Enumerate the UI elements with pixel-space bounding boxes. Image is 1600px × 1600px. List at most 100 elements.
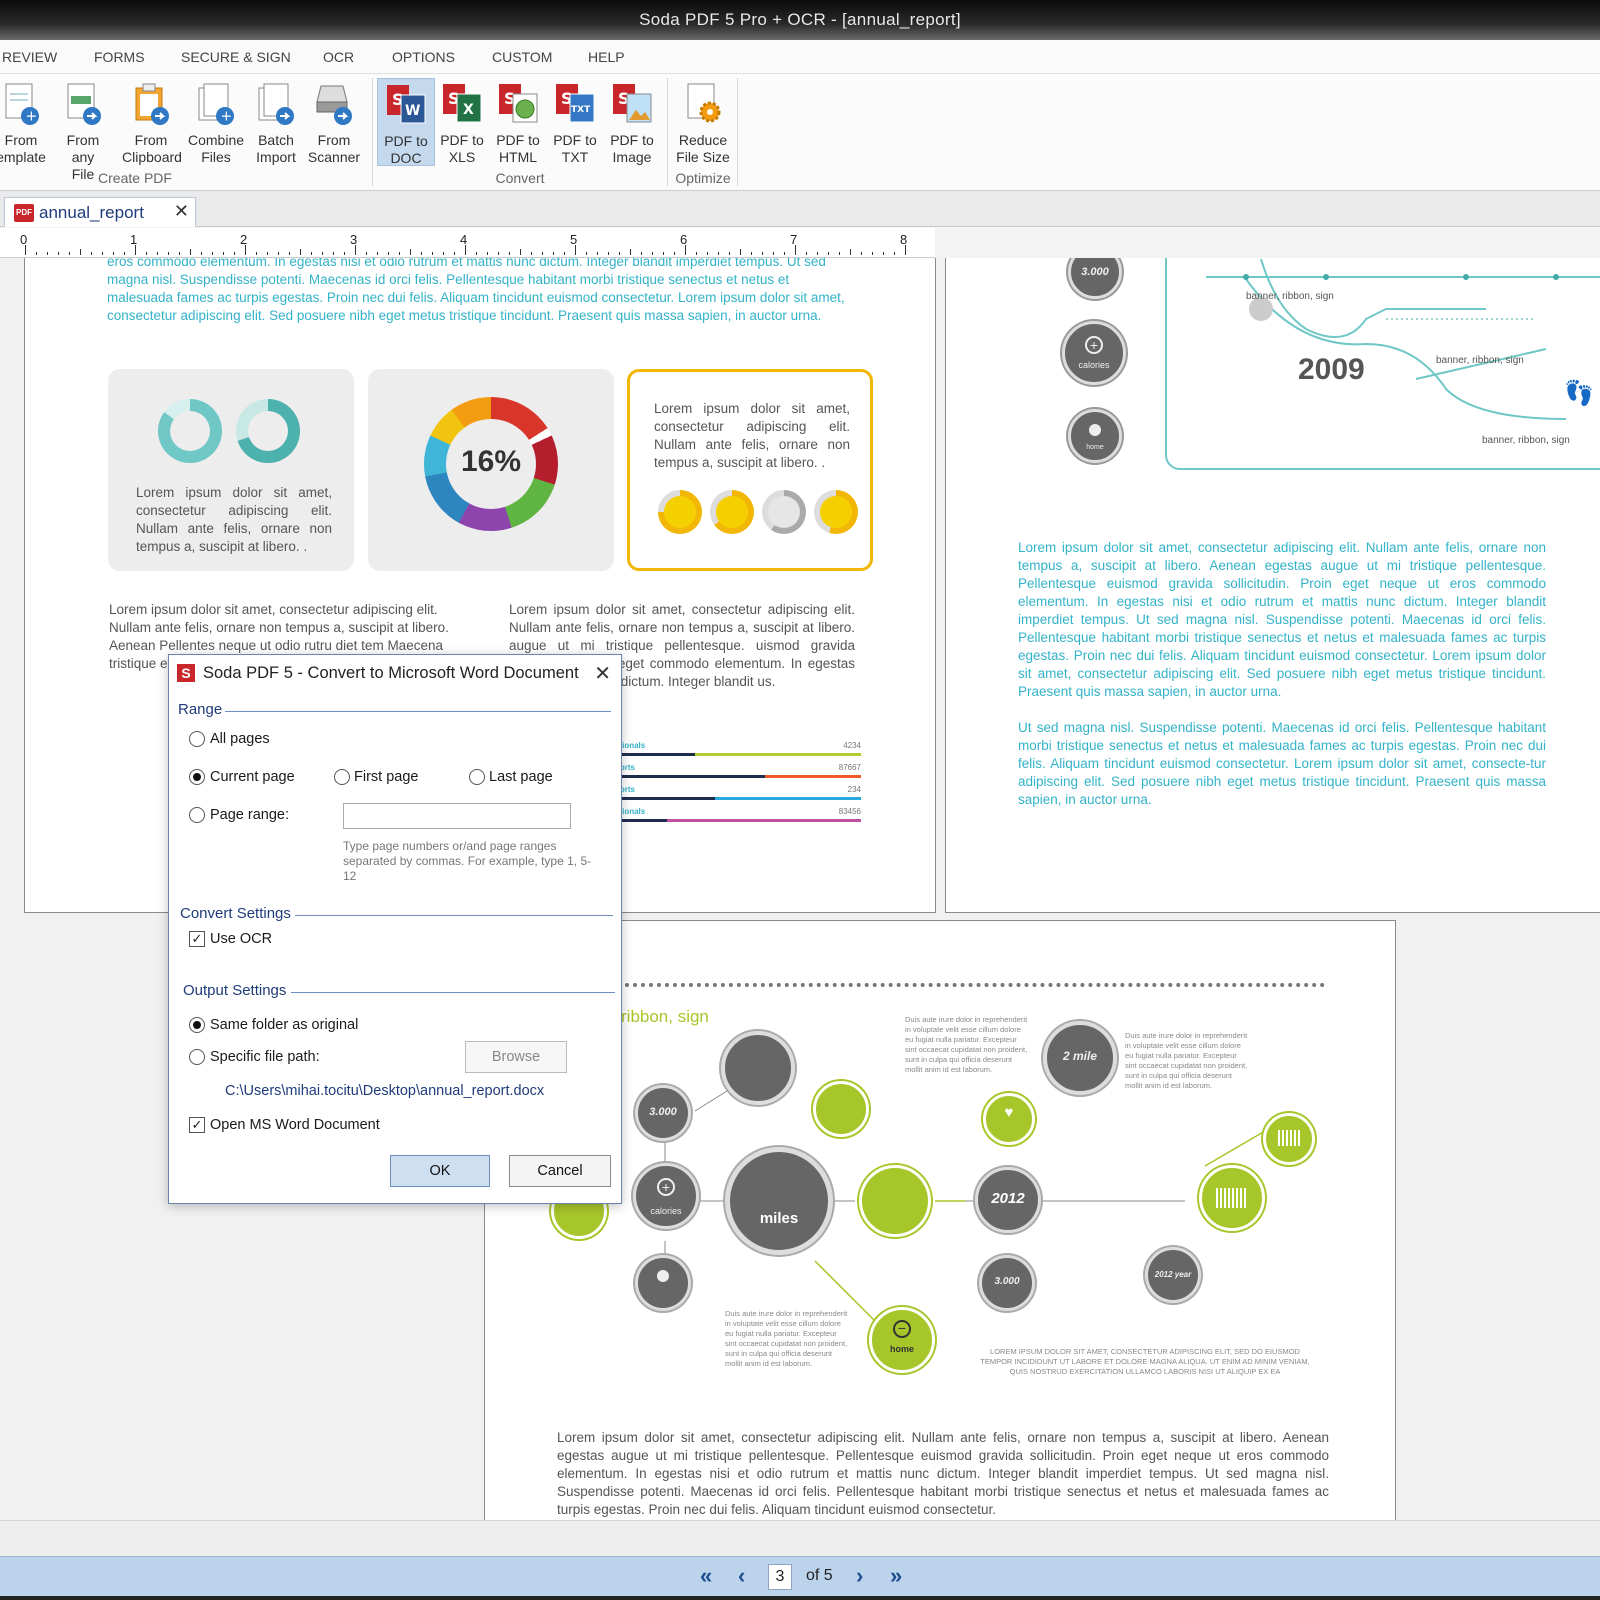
section-divider xyxy=(291,992,615,993)
combine-files-icon: + xyxy=(195,82,237,126)
menu-secure-sign[interactable]: SECURE & SIGN xyxy=(181,49,291,65)
stat-bar: ationals 4234 xyxy=(615,741,861,761)
pdf-to-txt-button[interactable]: S TXT PDF to TXT xyxy=(546,78,604,166)
ruler-tick xyxy=(256,252,257,255)
close-tab-icon[interactable]: ✕ xyxy=(174,201,189,222)
menu-forms[interactable]: FORMS xyxy=(94,49,145,65)
ruler-tick xyxy=(289,252,290,255)
ruler-tick xyxy=(399,252,400,255)
first-page-icon[interactable]: « xyxy=(700,1565,712,1587)
svg-text:+: + xyxy=(26,109,38,125)
ruler-tick xyxy=(597,252,598,255)
from-template-button[interactable]: + From emplate xyxy=(0,78,50,166)
current-page-radio[interactable] xyxy=(189,769,205,785)
menu-options[interactable]: OPTIONS xyxy=(392,49,455,65)
ruler-tick xyxy=(509,252,510,255)
stat-circle: 2 mile xyxy=(1043,1021,1117,1095)
ruler-tick xyxy=(828,252,829,255)
next-page-icon[interactable]: › xyxy=(856,1565,863,1587)
menu-ocr[interactable]: OCR xyxy=(323,49,354,65)
ruler-tick xyxy=(641,252,642,255)
ruler-tick xyxy=(872,252,873,255)
batch-import-icon xyxy=(255,82,297,126)
menu-help[interactable]: HELP xyxy=(588,49,625,65)
ruler-tick xyxy=(47,252,48,255)
menu-custom[interactable]: CUSTOM xyxy=(492,49,552,65)
last-page-icon[interactable]: » xyxy=(890,1565,902,1587)
page-range-label: Page range: xyxy=(210,807,290,823)
cancel-button[interactable]: Cancel xyxy=(509,1155,611,1187)
ruler-tick xyxy=(608,252,609,255)
document-tab[interactable]: PDF annual_report ✕ xyxy=(4,197,196,227)
small-caption: Duis aute irure dolor in reprehenderit i… xyxy=(1125,1031,1248,1090)
page-range-input[interactable] xyxy=(343,803,571,829)
page-text: eros commodo elementum. In egestas nisi … xyxy=(107,258,845,323)
last-page-radio[interactable] xyxy=(469,769,485,785)
ruler-tick xyxy=(223,252,224,255)
ruler-tick xyxy=(685,245,686,255)
all-pages-radio[interactable] xyxy=(189,731,205,747)
ruler-tick xyxy=(300,249,301,255)
pdf-to-xls-button[interactable]: SX PDF to XLS xyxy=(433,78,491,166)
ruler-number: 4 xyxy=(460,232,468,247)
pdf-to-html-icon: S xyxy=(497,82,539,126)
ruler-tick xyxy=(91,252,92,255)
ok-button[interactable]: OK xyxy=(390,1155,490,1187)
from-clipboard-button[interactable]: From Clipboard xyxy=(122,78,182,166)
stat-circle: 3.000 xyxy=(635,1085,691,1141)
convert-settings-label: Convert Settings xyxy=(180,905,291,922)
ruler-tick xyxy=(839,252,840,255)
ruler-tick xyxy=(322,252,323,255)
svg-text:W: W xyxy=(405,103,420,119)
card-text: Lorem ipsum dolor sit amet, consectetur … xyxy=(654,401,850,470)
same-folder-radio[interactable] xyxy=(189,1017,205,1033)
ruler-number: 1 xyxy=(130,232,138,247)
from-any-file-button[interactable]: From any File xyxy=(54,78,112,182)
reduce-file-size-button[interactable]: Reduce File Size xyxy=(672,78,734,166)
progress-circle-icon xyxy=(762,490,806,534)
dialog-close-icon[interactable]: ✕ xyxy=(594,661,611,686)
menu-review[interactable]: REVIEW xyxy=(2,49,57,65)
ruler-tick xyxy=(58,252,59,255)
ruler-tick xyxy=(740,249,741,255)
horizontal-ruler: 0 1 2 3 4 5 6 7 8 xyxy=(0,228,935,258)
ruler-tick xyxy=(498,252,499,255)
ruler-tick xyxy=(465,245,466,255)
progress-circle-icon xyxy=(814,490,858,534)
batch-import-button[interactable]: Batch Import xyxy=(247,78,305,166)
window-title: Soda PDF 5 Pro + OCR - [annual_report] xyxy=(639,10,961,29)
ruler-tick xyxy=(443,252,444,255)
ruler-tick xyxy=(124,252,125,255)
current-page-input[interactable]: 3 xyxy=(768,1564,792,1590)
svg-text:X: X xyxy=(463,102,474,118)
specific-path-radio[interactable] xyxy=(189,1049,205,1065)
ruler-tick xyxy=(586,252,587,255)
svg-text:+: + xyxy=(221,109,233,125)
ruler-tick xyxy=(102,252,103,255)
document-tab-bar: PDF annual_report ✕ xyxy=(0,191,1600,227)
ribbon-toolbar: + From emplate From any File From Clipbo… xyxy=(0,74,1600,191)
card-text: Lorem ipsum dolor sit amet, consectetur … xyxy=(136,485,332,554)
pdf-to-txt-icon: S TXT xyxy=(554,82,596,126)
ruler-tick xyxy=(157,252,158,255)
page-text: Lorem ipsum dolor sit amet, consectetur … xyxy=(1018,540,1546,699)
calories-circle-icon: calories + xyxy=(633,1163,699,1229)
from-scanner-button[interactable]: From Scanner xyxy=(305,78,363,166)
pdf-to-image-button[interactable]: S PDF to Image xyxy=(603,78,661,166)
ruler-number: 7 xyxy=(790,232,798,247)
home-circle-icon: home xyxy=(1068,409,1122,463)
progress-circle-icon xyxy=(710,490,754,534)
open-word-checkbox[interactable]: ✓ xyxy=(189,1117,205,1133)
pdf-to-html-button[interactable]: S PDF to HTML xyxy=(489,78,547,166)
ruler-tick xyxy=(806,252,807,255)
browse-button[interactable]: Browse xyxy=(465,1041,567,1073)
dialog-title: Soda PDF 5 - Convert to Microsoft Word D… xyxy=(203,664,579,682)
same-folder-label: Same folder as original xyxy=(210,1017,359,1033)
ruler-tick xyxy=(355,245,356,255)
use-ocr-checkbox[interactable]: ✓ xyxy=(189,931,205,947)
pdf-to-doc-button[interactable]: SW PDF to DOC xyxy=(377,78,435,166)
combine-files-button[interactable]: + Combine Files xyxy=(187,78,245,166)
first-page-radio[interactable] xyxy=(334,769,350,785)
page-range-radio[interactable] xyxy=(189,807,205,823)
previous-page-icon[interactable]: ‹ xyxy=(738,1565,745,1587)
